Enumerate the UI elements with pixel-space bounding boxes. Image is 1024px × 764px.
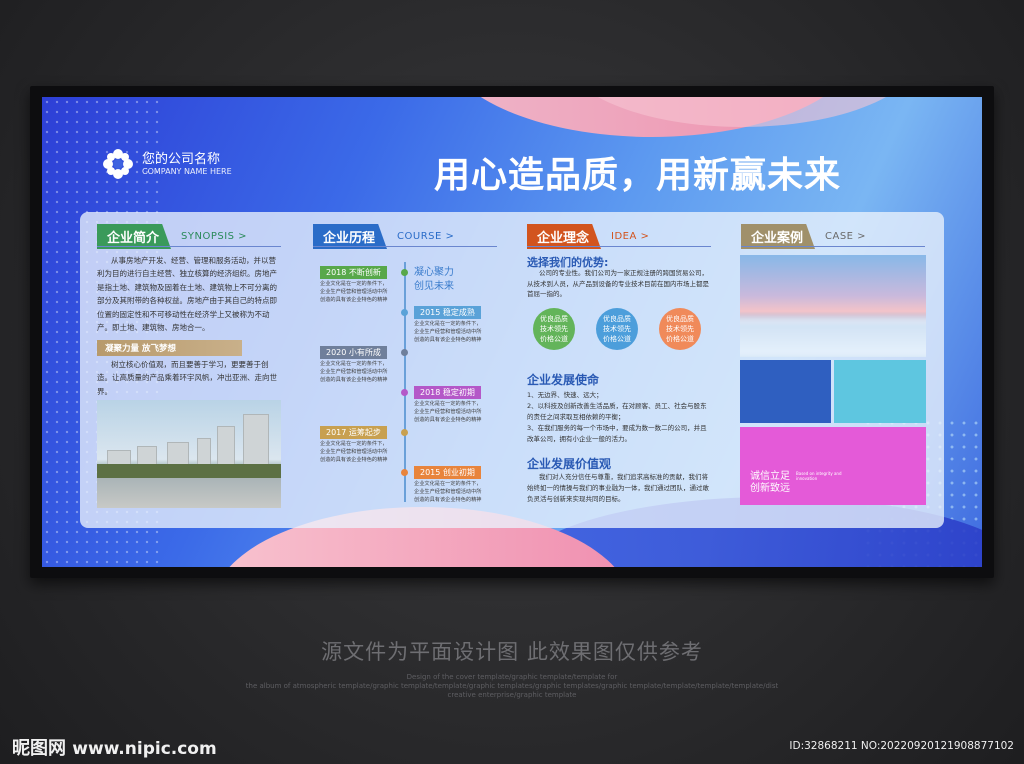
board-slogan: 用心造品质，用新赢未来 <box>434 155 842 196</box>
timeline-line <box>404 262 406 502</box>
idea-underline <box>527 246 711 247</box>
image-id: ID:32868211 NO:20220920121908877102 <box>789 740 1014 752</box>
brand-url: www.nipic.com <box>72 739 217 759</box>
course-motto: 凝心聚力 创见未来 <box>414 267 454 292</box>
brand-name: 昵图网 <box>12 738 66 759</box>
case-sub: CASE > <box>825 231 867 242</box>
course-underline <box>313 246 497 247</box>
advantage-circle: 优良品质 技术领先 价格公道 <box>533 308 575 350</box>
idea-sub: IDEA > <box>611 231 650 242</box>
advantage-circle: 优良品质 技术领先 价格公道 <box>659 308 701 350</box>
timeline-year: 2020 小有所成 <box>320 346 387 359</box>
mission-item: 2、以科技及创新改善生活品质，在对顾客、员工、社会与股东的责任之间求取互相依赖的… <box>527 402 707 421</box>
mission-item: 3、在我们服务的每一个市场中，要成为数一数二的公司，并且改革公司，拥有小企业一般… <box>527 424 707 443</box>
timeline-dot <box>401 429 408 436</box>
company-name-en: COMPANY NAME HERE <box>142 166 232 176</box>
synopsis-bar-text: 树立核心价值观，而且要善于学习，更要善于创造。让高质量的产品乘着环宇风帆，冲出亚… <box>97 360 277 396</box>
timeline-text: 企业文化是在一定的条件下，企业生产经营和管理活动中所创造的具有该企业特色的精神财… <box>414 481 482 503</box>
advantage-text: 公司的专业性。我们公司为一家正规注册的跨国贸易公司，从技术到人员，从产品到设备的… <box>527 269 709 298</box>
values-text: 我们对人充分信任与尊重，我们追求高标准的贡献，我们将始终如一的情操与我们的事业融… <box>527 473 709 503</box>
synopsis-bar: 凝聚力量 放飞梦想 <box>97 340 242 356</box>
case-block-magenta: 诚信立足 创新致远 Based on integrity and innovat… <box>740 427 926 505</box>
course-sub: COURSE > <box>397 231 455 242</box>
watermark-brand: 昵图网 www.nipic.com <box>12 734 217 760</box>
timeline-year: 2017 运筹起步 <box>320 426 387 439</box>
timeline-text: 企业文化是在一定的条件下，企业生产经营和管理活动中所创造的具有该企业特色的精神财… <box>320 441 388 463</box>
timeline-dot <box>401 469 408 476</box>
flower-logo-icon <box>102 148 134 180</box>
fine-print-2: the album of atmospheric template/graphi… <box>245 682 779 690</box>
mission-list: 1、无边界、快速、远大； 2、以科技及创新改善生活品质，在对顾客、员工、社会与股东… <box>527 390 713 445</box>
company-name: 您的公司名称 <box>142 151 221 167</box>
timeline-year: 2015 稳定成熟 <box>414 306 481 319</box>
timeline-dot <box>401 389 408 396</box>
timeline-text: 企业文化是在一定的条件下，企业生产经营和管理活动中所创造的具有该企业特色的精神财… <box>414 401 482 423</box>
advantage-circle: 优良品质 技术领先 价格公道 <box>596 308 638 350</box>
city-photo <box>97 400 281 508</box>
case-block-cyan <box>834 360 926 423</box>
synopsis-body: 从事房地产开发、经营、管理和服务活动，并以营利为目的进行自主经营、独立核算的经济… <box>97 256 277 333</box>
preview-notice: 源文件为平面设计图 此效果图仅供参考 <box>321 640 703 664</box>
timeline-dot <box>401 269 408 276</box>
synopsis-sub: SYNOPSIS > <box>181 231 248 242</box>
mission-item: 1、无边界、快速、远大； <box>527 391 603 399</box>
case-underline <box>741 246 925 247</box>
case-block-text: 诚信立足 创新致远 <box>750 471 790 494</box>
sea-of-clouds-photo <box>740 255 926 357</box>
values-title: 企业发展价值观 <box>527 457 612 471</box>
timeline-year: 2018 不断创新 <box>320 266 387 279</box>
timeline-text: 企业文化是在一定的条件下，企业生产经营和管理活动中所创造的具有该企业特色的精神财… <box>320 281 388 303</box>
fine-print-1: Design of the cover template/graphic tem… <box>406 673 618 681</box>
timeline-text: 企业文化是在一定的条件下，企业生产经营和管理活动中所创造的具有该企业特色的精神财… <box>414 321 482 343</box>
timeline-year: 2015 创业初期 <box>414 466 481 479</box>
case-block-blue <box>740 360 831 423</box>
timeline-dot <box>401 309 408 316</box>
synopsis-underline <box>97 246 281 247</box>
fine-print-3: creative enterprise/graphic template <box>447 691 577 699</box>
case-block-small: Based on integrity and innovation <box>796 471 842 481</box>
timeline-dot <box>401 349 408 356</box>
timeline-text: 企业文化是在一定的条件下，企业生产经营和管理活动中所创造的具有该企业特色的精神财… <box>320 361 388 383</box>
company-logo: 您的公司名称 COMPANY NAME HERE <box>102 148 232 180</box>
mission-title: 企业发展使命 <box>527 373 600 387</box>
timeline-year: 2018 稳定初期 <box>414 386 481 399</box>
